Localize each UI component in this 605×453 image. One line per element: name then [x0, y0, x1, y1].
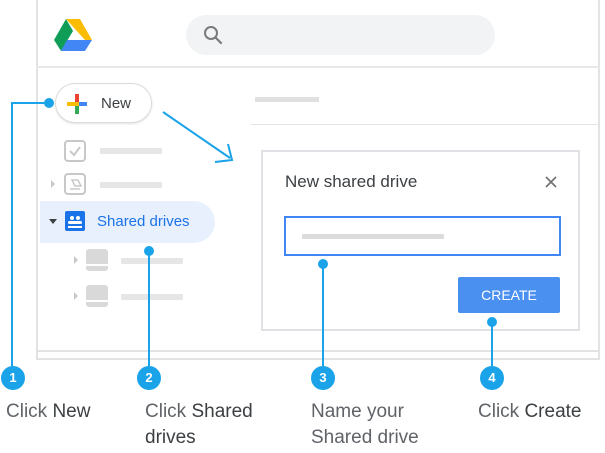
- step-2-text: Click: [145, 401, 192, 422]
- create-button[interactable]: CREATE: [458, 277, 560, 313]
- sidebar-placeholder-1: [100, 148, 162, 154]
- chevron-right-icon[interactable]: [49, 180, 57, 188]
- caret-down-icon[interactable]: [49, 217, 57, 225]
- step-4-text: Click: [478, 401, 525, 422]
- plus-icon: [67, 94, 87, 114]
- new-button[interactable]: New: [55, 83, 152, 123]
- step-badge-1: 1: [1, 366, 25, 390]
- step-caption-4: Click Create: [478, 399, 581, 425]
- drive-logo-icon: [54, 19, 92, 51]
- step-caption-1: Click New: [6, 399, 90, 425]
- dialog-title: New shared drive: [285, 172, 418, 191]
- sidebar-placeholder-2: [100, 182, 162, 188]
- header-divider: [36, 66, 600, 68]
- search-icon: [204, 26, 223, 45]
- toolbar-placeholder: [255, 97, 319, 102]
- shared-drives-label: Shared drives: [97, 213, 190, 230]
- my-drive-icon[interactable]: [64, 173, 86, 195]
- sidebar-placeholder-3: [121, 258, 183, 264]
- priority-icon[interactable]: [64, 140, 86, 162]
- input-placeholder-line: [302, 234, 444, 239]
- new-shared-drive-dialog: New shared drive CREATE: [261, 150, 580, 331]
- shared-drive-name-input[interactable]: [284, 216, 561, 256]
- step-3-text: Name your: [311, 401, 404, 422]
- step-caption-3: Name your Shared drive: [311, 399, 419, 451]
- step-badge-2: 2: [137, 366, 161, 390]
- drive-item-icon[interactable]: [86, 249, 108, 271]
- step-1-text: Click: [6, 401, 53, 422]
- sidebar-item-shared-drives[interactable]: Shared drives: [40, 201, 215, 243]
- new-button-label: New: [101, 95, 132, 112]
- content-divider: [251, 124, 600, 125]
- sidebar-placeholder-4: [121, 294, 183, 300]
- step-3-text-line2: Shared drive: [311, 427, 419, 448]
- step-caption-2: Click Shared drives: [145, 399, 253, 451]
- window-bottom-border: [36, 350, 600, 352]
- step-2-bold: Shared: [191, 401, 253, 422]
- shared-drives-icon: [65, 211, 85, 231]
- search-bar[interactable]: [186, 15, 495, 55]
- chevron-right-icon[interactable]: [72, 256, 80, 264]
- chevron-right-icon[interactable]: [72, 292, 80, 300]
- step-badge-4: 4: [480, 366, 504, 390]
- step-4-bold: Create: [524, 401, 582, 422]
- step-2-bold-line2: drives: [145, 427, 196, 448]
- drive-item-icon[interactable]: [86, 285, 108, 307]
- step-1-bold: New: [52, 401, 91, 422]
- step-badge-3: 3: [311, 366, 335, 390]
- close-icon[interactable]: [543, 174, 559, 190]
